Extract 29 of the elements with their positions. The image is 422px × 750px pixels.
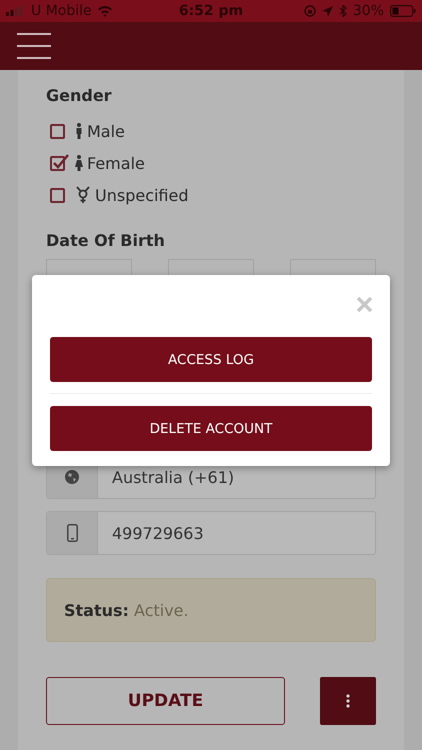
phone-field[interactable]: 499729663 bbox=[46, 511, 376, 555]
battery-icon bbox=[390, 5, 416, 17]
delete-account-button[interactable]: DELETE ACCOUNT bbox=[50, 406, 372, 451]
gender-symbol-icon bbox=[75, 186, 91, 204]
phone-icon bbox=[66, 524, 78, 542]
status-text: Status: Active. bbox=[64, 600, 189, 620]
menu-button[interactable] bbox=[17, 33, 51, 59]
globe-icon bbox=[65, 470, 79, 484]
update-button[interactable]: UPDATE bbox=[46, 677, 285, 725]
gender-label: Gender bbox=[46, 86, 113, 106]
checkbox[interactable] bbox=[50, 124, 65, 138]
clock-time: 6:52 pm bbox=[178, 3, 244, 19]
check-icon bbox=[52, 154, 69, 172]
location-arrow-icon bbox=[322, 6, 333, 16]
rotation-lock-icon bbox=[304, 5, 316, 17]
more-icon bbox=[346, 694, 350, 708]
person-icon bbox=[75, 123, 83, 139]
date-of-birth-label: Date Of Birth bbox=[46, 231, 166, 251]
bluetooth-icon bbox=[338, 5, 347, 17]
checkbox[interactable] bbox=[50, 188, 65, 202]
battery-percent: 30% bbox=[352, 3, 384, 19]
carrier-name: U Mobile bbox=[31, 3, 92, 19]
close-icon bbox=[356, 296, 373, 313]
option-label: Unspecified bbox=[95, 186, 189, 204]
person-icon bbox=[75, 155, 83, 171]
wifi-icon bbox=[96, 5, 113, 17]
access-log-button[interactable]: ACCESS LOG bbox=[50, 337, 372, 382]
option-label: Male bbox=[87, 122, 125, 140]
option-label: Female bbox=[87, 154, 145, 172]
